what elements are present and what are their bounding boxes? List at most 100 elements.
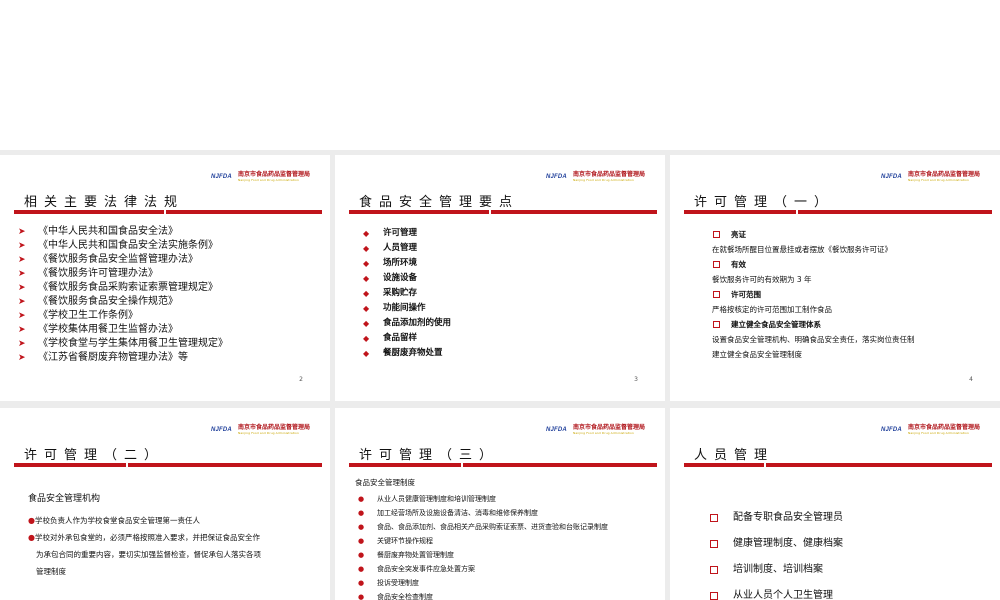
agency-logo: NJFDA 南京市食品药品监督管理局 Nanjing Food and Drug… (546, 169, 645, 185)
logo-english-name: Nanjing Food and Drug Administration (237, 431, 299, 435)
list-item: 培训制度、培训档案 (710, 557, 843, 583)
slide-thumbnail-2[interactable]: NJFDA 南京市食品药品监督管理局 Nanjing Food and Drug… (0, 155, 330, 401)
section-heading: 食品安全管理机构 (28, 494, 101, 504)
slide-title: 许可管理（一） (694, 195, 835, 210)
list-item: ◆ 人员管理 (363, 241, 451, 256)
agency-logo: NJFDA 南京市食品药品监督管理局 Nanjing Food and Drug… (881, 169, 980, 185)
list-item: ➤ 《餐饮服务食品采购索证索票管理规定》 (18, 282, 218, 293)
arrow-bullet-icon: ➤ (18, 339, 26, 349)
diamond-bullet-icon: ◆ (363, 334, 370, 343)
list-item: ◆ 食品添加剂的使用 (363, 316, 451, 331)
title-underline (14, 210, 322, 214)
list-item: ● 食品安全检查制度 (355, 590, 655, 600)
personnel-list: 配备专职食品安全管理员 健康管理制度、健康档案 培训制度、培训档案 从业人员个人… (710, 505, 843, 600)
list-item: ◆ 功能间操作 (363, 301, 451, 316)
list-item: ➤ 《中华人民共和国食品安全法实施条例》 (18, 240, 218, 251)
dot-bullet-icon: ● (28, 533, 35, 542)
item-description: 设置食品安全管理机构、明确食品安全责任，落实岗位责任制 (712, 335, 915, 344)
diamond-bullet-icon: ◆ (363, 319, 370, 328)
arrow-bullet-icon: ➤ (18, 325, 26, 335)
square-bullet-icon (710, 592, 718, 600)
agency-logo: NJFDA 南京市食品药品监督管理局 Nanjing Food and Drug… (211, 422, 310, 438)
list-item: 有效 (712, 257, 915, 272)
list-item: ● 关键环节操作规程 (355, 534, 655, 548)
dot-bullet-icon: ● (358, 593, 365, 600)
arrow-bullet-icon: ➤ (18, 227, 26, 237)
list-item: 从业人员个人卫生管理 (710, 583, 843, 600)
slide-thumbnail-5[interactable]: NJFDA 南京市食品药品监督管理局 Nanjing Food and Drug… (0, 408, 330, 600)
paragraph: ●学校负责人作为学校食堂食品安全管理第一责任人 (28, 516, 200, 525)
page-number: 2 (299, 376, 303, 383)
item-description: 建立健全食品安全管理制度 (712, 350, 802, 359)
slide-title: 许可管理（二） (24, 448, 165, 463)
list-item: 配备专职食品安全管理员 (710, 505, 843, 531)
square-bullet-icon (713, 231, 720, 238)
list-item: ● 食品、食品添加剂、食品相关产品采购索证索票、进货查验和台账记录制度 (355, 520, 655, 534)
dot-bullet-icon: ● (358, 495, 365, 503)
square-bullet-icon (713, 291, 720, 298)
logo-badge: NJFDA (210, 174, 232, 180)
list-item: ➤ 《学校卫生工作条例》 (18, 310, 138, 321)
paragraph-continuation: 为承包合同的重要内容，要切实加强监督检查，督促承包人落实各项 (36, 550, 261, 559)
arrow-bullet-icon: ➤ (18, 353, 26, 363)
slide-body: 食品安全管理机构 ●学校负责人作为学校食堂食品安全管理第一责任人 ●学校对外承包… (28, 491, 308, 580)
diamond-bullet-icon: ◆ (363, 229, 370, 238)
list-item: ◆ 设施设备 (363, 271, 451, 286)
diamond-bullet-icon: ◆ (363, 349, 370, 358)
item-description: 在就餐场所醒目位置悬挂或者摆放《餐饮服务许可证》 (712, 245, 892, 254)
slide-thumbnail-3[interactable]: NJFDA 南京市食品药品监督管理局 Nanjing Food and Drug… (335, 155, 665, 401)
agency-logo: NJFDA 南京市食品药品监督管理局 Nanjing Food and Drug… (881, 422, 980, 438)
diamond-bullet-icon: ◆ (363, 244, 370, 253)
arrow-bullet-icon: ➤ (18, 241, 26, 251)
dot-bullet-icon: ● (358, 551, 365, 559)
list-item: 健康管理制度、健康档案 (710, 531, 843, 557)
paragraph-continuation: 管理制度 (36, 567, 66, 576)
list-item: ◆ 餐厨废弃物处置 (363, 346, 451, 361)
arrow-bullet-icon: ➤ (18, 311, 26, 321)
list-item: ● 餐厨废弃物处置管理制度 (355, 548, 655, 562)
logo-english-name: Nanjing Food and Drug Administration (572, 431, 634, 435)
slide-sorter-grid: NJFDA 南京市食品药品监督管理局 Nanjing Food and Drug… (0, 0, 1000, 600)
list-item: ➤ 《学校食堂与学生集体用餐卫生管理规定》 (18, 338, 228, 349)
list-item: ● 从业人员健康管理制度和培训管理制度 (355, 492, 655, 506)
title-underline (14, 463, 322, 467)
logo-badge: NJFDA (880, 174, 902, 180)
item-description: 严格按核定的许可范围加工制作食品 (712, 305, 832, 314)
square-bullet-icon (710, 540, 718, 548)
list-item: ➤ 《餐饮服务食品安全监督管理办法》 (18, 254, 198, 265)
dot-bullet-icon: ● (358, 537, 365, 545)
slide-title: 食品安全管理要点 (359, 195, 520, 210)
dot-bullet-icon: ● (358, 523, 365, 531)
slide-title: 许可管理（三） (359, 448, 500, 463)
page-number: 3 (634, 376, 638, 383)
logo-badge: NJFDA (545, 427, 567, 433)
list-item: ➤ 《餐饮服务许可管理办法》 (18, 268, 158, 279)
arrow-bullet-icon: ➤ (18, 283, 26, 293)
list-item: ● 投诉受理制度 (355, 576, 655, 590)
title-underline (349, 463, 657, 467)
agency-logo: NJFDA 南京市食品药品监督管理局 Nanjing Food and Drug… (546, 422, 645, 438)
dot-bullet-icon: ● (28, 516, 35, 525)
section-heading: 食品安全管理制度 (355, 478, 415, 487)
slide-thumbnail-7[interactable]: NJFDA 南京市食品药品监督管理局 Nanjing Food and Drug… (670, 408, 1000, 600)
list-item: ◆ 场所环境 (363, 256, 451, 271)
list-item: ◆ 食品留样 (363, 331, 451, 346)
list-item: 许可范围 (712, 287, 915, 302)
list-item: ● 食品安全突发事件应急处置方案 (355, 562, 655, 576)
list-item: ◆ 许可管理 (363, 226, 451, 241)
diamond-bullet-icon: ◆ (363, 259, 370, 268)
page-number: 4 (969, 376, 973, 383)
title-underline (684, 210, 992, 214)
item-description: 餐饮服务许可的有效期为 3 年 (712, 275, 812, 284)
square-bullet-icon (713, 321, 720, 328)
law-list: ➤ 《中华人民共和国食品安全法》 ➤ 《中华人民共和国食品安全法实施条例》 ➤ 《餐饮… (18, 225, 228, 365)
title-underline (684, 463, 992, 467)
slide-thumbnail-4[interactable]: NJFDA 南京市食品药品监督管理局 Nanjing Food and Drug… (670, 155, 1000, 401)
slide-thumbnail-6[interactable]: NJFDA 南京市食品药品监督管理局 Nanjing Food and Drug… (335, 408, 665, 600)
diamond-bullet-icon: ◆ (363, 304, 370, 313)
title-underline (349, 210, 657, 214)
list-item: ➤ 《餐饮服务食品安全操作规范》 (18, 296, 178, 307)
slide-title: 人员管理 (694, 448, 775, 463)
logo-english-name: Nanjing Food and Drug Administration (237, 178, 299, 182)
logo-badge: NJFDA (880, 427, 902, 433)
